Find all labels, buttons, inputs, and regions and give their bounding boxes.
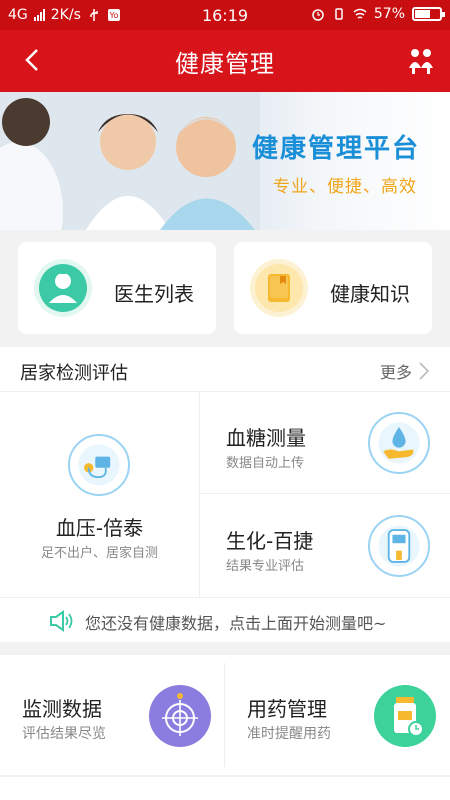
blood-sugar-title: 血糖测量 (226, 426, 306, 450)
chevron-right-icon (419, 362, 430, 380)
health-knowledge-label: 健康知识 (330, 282, 410, 306)
monitor-data-card[interactable]: 监测数据 评估结果尽览 (0, 655, 225, 775)
doctor-list-card[interactable]: 医生列表 (18, 242, 216, 334)
blood-sugar-icon (368, 412, 430, 474)
page-title: 健康管理 (175, 50, 275, 78)
blood-sugar-subtitle: 数据自动上传 (226, 456, 305, 471)
health-knowledge-card[interactable]: 健康知识 (234, 242, 432, 334)
medication-title: 用药管理 (247, 697, 327, 721)
blood-pressure-card[interactable]: 血压-倍泰 足不出户、居家自测 (0, 392, 200, 597)
target-icon (149, 685, 211, 747)
footer-strip (0, 777, 450, 800)
medicine-icon (374, 685, 436, 747)
doctor-list-label: 医生列表 (114, 282, 194, 306)
doctor-with-seniors-illustration (0, 92, 260, 230)
blood-pressure-icon (68, 434, 130, 496)
notice-text: 您还没有健康数据，点击上面开始测量吧~ (85, 614, 387, 633)
alarm-icon (312, 9, 324, 21)
title-bar: 健康管理 (0, 30, 450, 92)
monitor-data-title: 监测数据 (22, 697, 102, 721)
status-bar: 4G 2K/s Yo 16:19 57% (0, 0, 450, 30)
battery-icon (412, 7, 445, 21)
family-icon[interactable] (406, 46, 436, 76)
analyzer-icon (368, 515, 430, 577)
home-test-section: 居家检测评估 更多 血压-倍泰 足不出户、居家自测 血糖测量 数据自动上传 生化… (0, 347, 450, 642)
monitor-data-subtitle: 评估结果尽览 (22, 726, 106, 742)
blood-pressure-title: 血压-倍泰 (55, 516, 144, 540)
section-title: 居家检测评估 (20, 363, 128, 384)
section-header: 居家检测评估 更多 (0, 347, 450, 392)
banner-title: 健康管理平台 (252, 134, 421, 164)
more-label: 更多 (379, 363, 412, 382)
biochemical-subtitle: 结果专业评估 (226, 559, 305, 574)
blood-pressure-subtitle: 足不出户、居家自测 (40, 546, 158, 561)
banner-subtitle: 专业、便捷、高效 (273, 177, 417, 197)
medication-subtitle: 准时提醒用药 (247, 726, 331, 742)
medication-card[interactable]: 用药管理 准时提醒用药 (225, 655, 450, 775)
banner[interactable]: 健康管理平台 专业、便捷、高效 (0, 92, 450, 230)
biochemical-title: 生化-百捷 (226, 529, 314, 553)
blood-sugar-card[interactable]: 血糖测量 数据自动上传 (200, 392, 450, 494)
more-link[interactable]: 更多 (380, 359, 430, 383)
bottom-cards: 监测数据 评估结果尽览 用药管理 准时提醒用药 (0, 655, 450, 775)
biochemical-card[interactable]: 生化-百捷 结果专业评估 (200, 495, 450, 597)
battery-percent: 57% (373, 6, 405, 22)
wifi-icon (353, 8, 367, 19)
doctor-icon (34, 259, 92, 317)
book-icon (250, 259, 308, 317)
speaker-icon (50, 610, 73, 632)
vibrate-icon (335, 8, 343, 20)
notice-bar: 您还没有健康数据，点击上面开始测量吧~ (0, 597, 450, 642)
